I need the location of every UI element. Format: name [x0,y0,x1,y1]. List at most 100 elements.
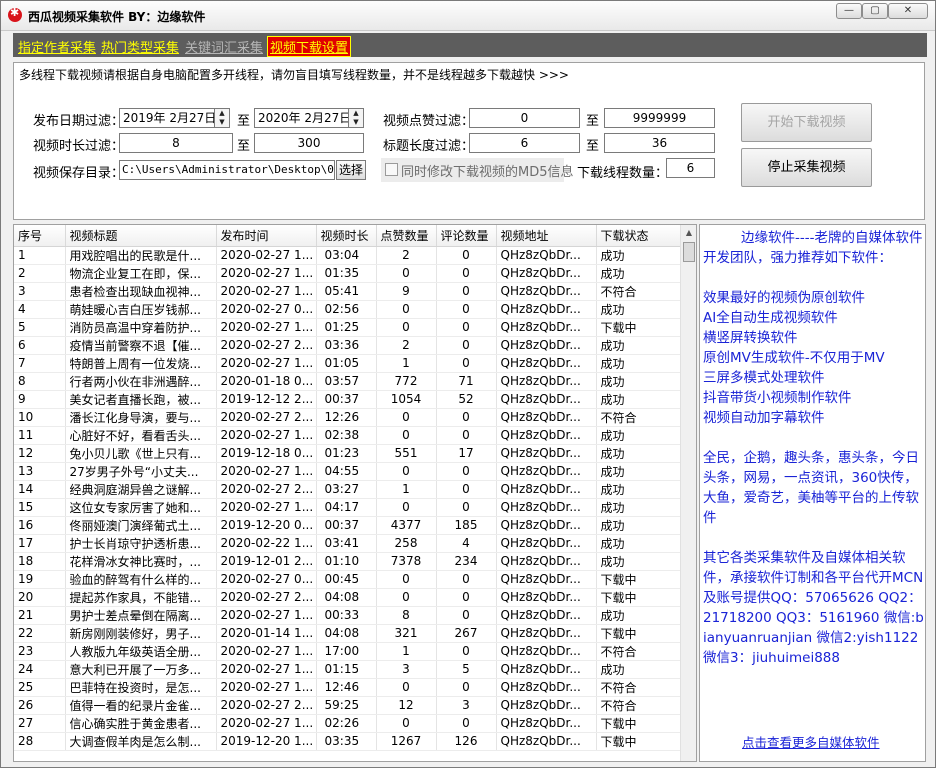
tab-keyword-collect[interactable]: 关键词汇采集 [185,37,263,56]
cell-likes: 0 [376,426,437,445]
promo-product-item: 原创MV生成软件-不仅用于MV [703,350,885,366]
table-row[interactable]: 1 用戏腔唱出的民歌是什... 2020-02-27 1... 03:04 2 0 QHz8… [14,246,681,265]
cell-comments: 0 [436,336,497,355]
table-row[interactable]: 17 护士长肖琼守护透析患... 2020-02-22 1... 03:41 258 4 Q… [14,534,681,553]
col-header-comments[interactable]: 评论数量 [436,225,497,247]
table-row[interactable]: 2 物流企业复工在即，保... 2020-02-27 1... 01:35 0 0 QHz8… [14,264,681,283]
cell-publish-time: 2019-12-18 0... [216,444,317,463]
promo-product-item: 视频自动加字幕软件 [703,410,825,426]
title-length-to-input[interactable]: 36 [604,133,715,153]
spin-up-icon: ▲ [353,109,359,117]
col-header-status[interactable]: 下载状态 [596,225,681,247]
table-row[interactable]: 24 意大利已开展了一万多... 2020-02-27 1... 01:15 3 5 QHz… [14,660,681,679]
cell-url: QHz8zQbDr... [496,282,597,301]
cell-likes: 1054 [376,390,437,409]
more-software-link[interactable]: 点击查看更多自媒体软件 [742,732,880,751]
cell-comments: 0 [436,570,497,589]
md5-checkbox[interactable] [385,163,398,176]
save-dir-input[interactable]: C:\Users\Administrator\Desktop\0000 [119,160,335,180]
cell-url: QHz8zQbDr... [496,588,597,607]
tab-download-settings[interactable]: 视频下载设置 [267,36,352,57]
table-row[interactable]: 28 大调查假羊肉是怎么制... 2019-12-20 1... 03:35 1267 1… [14,732,681,751]
table-row[interactable]: 14 经典洞庭湖异兽之谜解... 2020-02-27 2... 03:27 1 0 QHz… [14,480,681,499]
table-row[interactable]: 7 特朗普上周有一位发烧... 2020-02-27 1... 01:05 1 0 QHz8… [14,354,681,373]
cell-index: 27 [14,714,66,733]
cell-title: 萌娃暖心吉白压岁钱郝... [65,300,217,319]
table-row[interactable]: 4 萌娃暖心吉白压岁钱郝... 2020-02-27 0... 02:56 0 0 QHz8… [14,300,681,319]
table-row[interactable]: 11 心脏好不好，看看舌头... 2020-02-27 1... 02:38 0 0 QHz… [14,426,681,445]
cell-status: 不符合 [596,282,681,301]
cell-index: 6 [14,336,66,355]
cell-publish-time: 2020-02-27 1... [216,282,317,301]
date-to-picker[interactable]: 2020年 2月27日 [254,108,350,128]
duration-from-input[interactable]: 8 [119,133,233,153]
date-from-spinner[interactable]: ▲ ▼ [214,108,230,128]
table-row[interactable]: 10 潘长江化身导演，要与... 2020-02-27 2... 12:26 0 0 QHz… [14,408,681,427]
table-row[interactable]: 20 提起苏作家具，不能错... 2020-02-27 2... 04:08 0 0 QHz… [14,588,681,607]
cell-title: 27岁男子外号“小丈夫... [65,462,217,481]
table-row[interactable]: 25 巴菲特在投资时，是怎... 2020-02-27 1... 12:46 0 0 QHz… [14,678,681,697]
cell-comments: 3 [436,696,497,715]
cell-index: 9 [14,390,66,409]
stop-collect-button[interactable]: 停止采集视频 [741,148,872,187]
cell-publish-time: 2020-02-27 1... [216,660,317,679]
cell-title: 信心确实胜于黄金患者... [65,714,217,733]
col-header-duration[interactable]: 视频时长 [316,225,377,247]
spin-up-icon: ▲ [219,109,225,117]
start-download-button[interactable]: 开始下载视频 [741,103,872,142]
minimize-button[interactable]: — [836,3,862,19]
table-row[interactable]: 19 验血的醉驾有什么样的... 2020-02-27 0... 00:45 0 0 QHz… [14,570,681,589]
cell-publish-time: 2020-02-27 0... [216,300,317,319]
tab-hot-type-collect[interactable]: 热门类型采集 [101,37,179,56]
col-header-url[interactable]: 视频地址 [496,225,597,247]
table-row[interactable]: 6 疫情当前警察不退【催... 2020-02-27 2... 03:36 2 0 QHz8… [14,336,681,355]
table-row[interactable]: 13 27岁男子外号“小丈夫... 2020-02-27 1... 04:55 0 0 QH… [14,462,681,481]
col-header-publish-time[interactable]: 发布时间 [216,225,317,247]
browse-button[interactable]: 选择 [336,160,366,180]
table-scrollbar[interactable]: ▲ [680,225,696,761]
cell-duration: 00:37 [316,516,377,535]
maximize-button[interactable]: ▢ [862,3,888,19]
table-row[interactable]: 5 消防员高温中穿着防护... 2020-02-27 1... 01:25 0 0 QHz8… [14,318,681,337]
table-row[interactable]: 8 行者两小伙在非洲遇醉... 2020-01-18 0... 03:57 772 71 Q… [14,372,681,391]
scrollbar-thumb[interactable] [683,242,695,262]
table-row[interactable]: 9 美女记者直播长跑，被... 2019-12-12 2... 00:37 1054 52… [14,390,681,409]
table-row[interactable]: 12 兔小贝儿歌《世上只有... 2019-12-18 0... 01:23 551 17… [14,444,681,463]
cell-index: 17 [14,534,66,553]
table-row[interactable]: 3 患者检查出现缺血视神... 2020-02-27 1... 05:41 9 0 QHz8… [14,282,681,301]
scroll-up-arrow-icon[interactable]: ▲ [681,225,696,241]
table-row[interactable]: 18 花样滑冰女神比赛时，... 2019-12-01 2... 01:10 7378 2… [14,552,681,571]
spin-down-icon: ▼ [353,118,359,126]
cell-duration: 01:25 [316,318,377,337]
table-row[interactable]: 22 新房刚刚装修好，男子... 2020-01-14 1... 04:08 321 26… [14,624,681,643]
close-button[interactable]: ✕ [888,3,928,19]
table-row[interactable]: 26 值得一看的纪录片金雀... 2020-02-27 2... 59:25 12 3 QH… [14,696,681,715]
table-row[interactable]: 27 信心确实胜于黄金患者... 2020-02-27 1... 02:26 0 0 QHz… [14,714,681,733]
col-header-likes[interactable]: 点赞数量 [376,225,437,247]
cell-publish-time: 2020-02-27 1... [216,606,317,625]
table-row[interactable]: 16 佟丽娅澳门演绎葡式土... 2019-12-20 0... 00:37 4377 1… [14,516,681,535]
likes-from-input[interactable]: 0 [469,108,580,128]
cell-index: 14 [14,480,66,499]
title-length-from-input[interactable]: 6 [469,133,580,153]
col-header-index[interactable]: 序号 [14,225,66,247]
cell-url: QHz8zQbDr... [496,318,597,337]
title-bar[interactable]: 西瓜视频采集软件 BY：边缘软件 — ▢ ✕ [1,1,935,31]
col-header-title[interactable]: 视频标题 [65,225,217,247]
cell-url: QHz8zQbDr... [496,516,597,535]
date-from-picker[interactable]: 2019年 2月27日 [119,108,217,128]
date-to-spinner[interactable]: ▲ ▼ [348,108,364,128]
cell-index: 22 [14,624,66,643]
table-body: 1 用戏腔唱出的民歌是什... 2020-02-27 1... 03:04 2 0 QHz8… [14,246,681,751]
likes-to-input[interactable]: 9999999 [604,108,715,128]
table-row[interactable]: 23 人教版九年级英语全册... 2020-02-27 1... 17:00 1 0 QHz… [14,642,681,661]
thread-count-input[interactable]: 6 [666,158,715,178]
table-row[interactable]: 15 这位女专家厉害了她和... 2020-02-27 1... 04:17 0 0 QHz… [14,498,681,517]
duration-to-input[interactable]: 300 [254,133,364,153]
cell-url: QHz8zQbDr... [496,300,597,319]
cell-likes: 0 [376,714,437,733]
md5-option[interactable]: 同时修改下载视频的MD5信息 [381,158,574,182]
cell-title: 新房刚刚装修好，男子... [65,624,217,643]
table-row[interactable]: 21 男护士差点晕倒在隔离... 2020-02-27 1... 00:33 8 0 QHz… [14,606,681,625]
tab-author-collect[interactable]: 指定作者采集 [18,37,96,56]
